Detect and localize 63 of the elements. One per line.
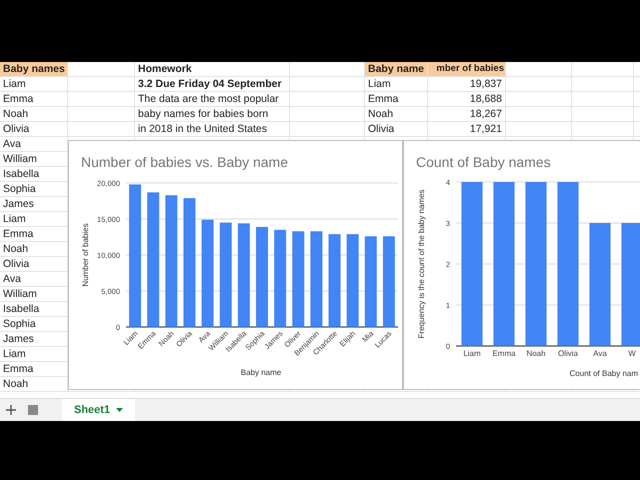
table-cell: in 2018 in the United States [135, 122, 290, 137]
axis-category-label: Noah [526, 349, 546, 358]
table-cell: mber of babies [428, 62, 506, 77]
table-cell: 18,267 [428, 107, 506, 122]
table-cell [68, 107, 135, 122]
table-cell: 18,688 [428, 92, 506, 107]
axis-title: Count of Baby nam [570, 369, 638, 378]
chart-title: Number of babies vs. Baby name [81, 154, 288, 170]
table-cell: Sophia [0, 182, 68, 197]
table-cell: Sophia [0, 317, 68, 332]
table-cell [506, 62, 572, 77]
table-cell: Ava [0, 272, 68, 287]
axis-title: Number of babies [81, 223, 90, 287]
table-cell [506, 122, 572, 137]
sheet-list-icon[interactable] [26, 403, 40, 417]
axis-category-label: Liam [463, 349, 481, 358]
table-cell [506, 92, 572, 107]
table-cell: Emma [365, 92, 428, 107]
table-cell: 17,921 [428, 122, 506, 137]
axis-title: Baby name [240, 368, 282, 377]
table-cell: Noah [0, 377, 68, 392]
table-cell: The data are the most popular [135, 92, 290, 107]
table-cell: Noah [365, 107, 428, 122]
table-cell: Olivia [0, 122, 68, 137]
table-cell: Noah [0, 107, 68, 122]
table-cell: Homework [135, 62, 290, 77]
table-cell: 19,837 [428, 77, 506, 92]
table-cell: baby names for babies born [135, 107, 290, 122]
axis-category-label: Ava [593, 349, 607, 358]
table-cell: Liam [365, 77, 428, 92]
table-cell: Noah [0, 242, 68, 257]
axis-title: Frequency is the count of the baby names [417, 190, 426, 338]
axis-category-label: W [628, 349, 636, 358]
table-cell: Emma [0, 227, 68, 242]
table-cell: Ava [0, 137, 68, 152]
table-cell: Baby name [365, 62, 428, 77]
table-cell: Baby names [0, 62, 68, 77]
table-cell: Liam [0, 77, 68, 92]
table-cell: 3.2 Due Friday 04 September [135, 77, 290, 92]
table-cell: William [0, 152, 68, 167]
table-cell: Olivia [365, 122, 428, 137]
table-cell: Liam [0, 347, 68, 362]
table-cell: James [0, 332, 68, 347]
table-cell: Emma [0, 362, 68, 377]
table-cell: Emma [0, 92, 68, 107]
table-cell [68, 92, 135, 107]
table-cell: William [0, 287, 68, 302]
table-cell [506, 77, 572, 92]
table-cell: Isabella [0, 302, 68, 317]
sheet-tab[interactable]: Sheet1 [62, 399, 136, 421]
chart-title: Count of Baby names [416, 154, 551, 170]
table-cell [68, 122, 135, 137]
table-cell [506, 107, 572, 122]
axis-category-label: Emma [492, 349, 516, 358]
axis-category-label: Olivia [558, 349, 578, 358]
table-cell: James [0, 197, 68, 212]
table-cell: Olivia [0, 257, 68, 272]
table-cell [68, 62, 135, 77]
table-cell: Isabella [0, 167, 68, 182]
caret-icon [116, 408, 124, 412]
table-cell [68, 77, 135, 92]
add-sheet-icon[interactable] [4, 403, 18, 417]
table-cell: Liam [0, 212, 68, 227]
